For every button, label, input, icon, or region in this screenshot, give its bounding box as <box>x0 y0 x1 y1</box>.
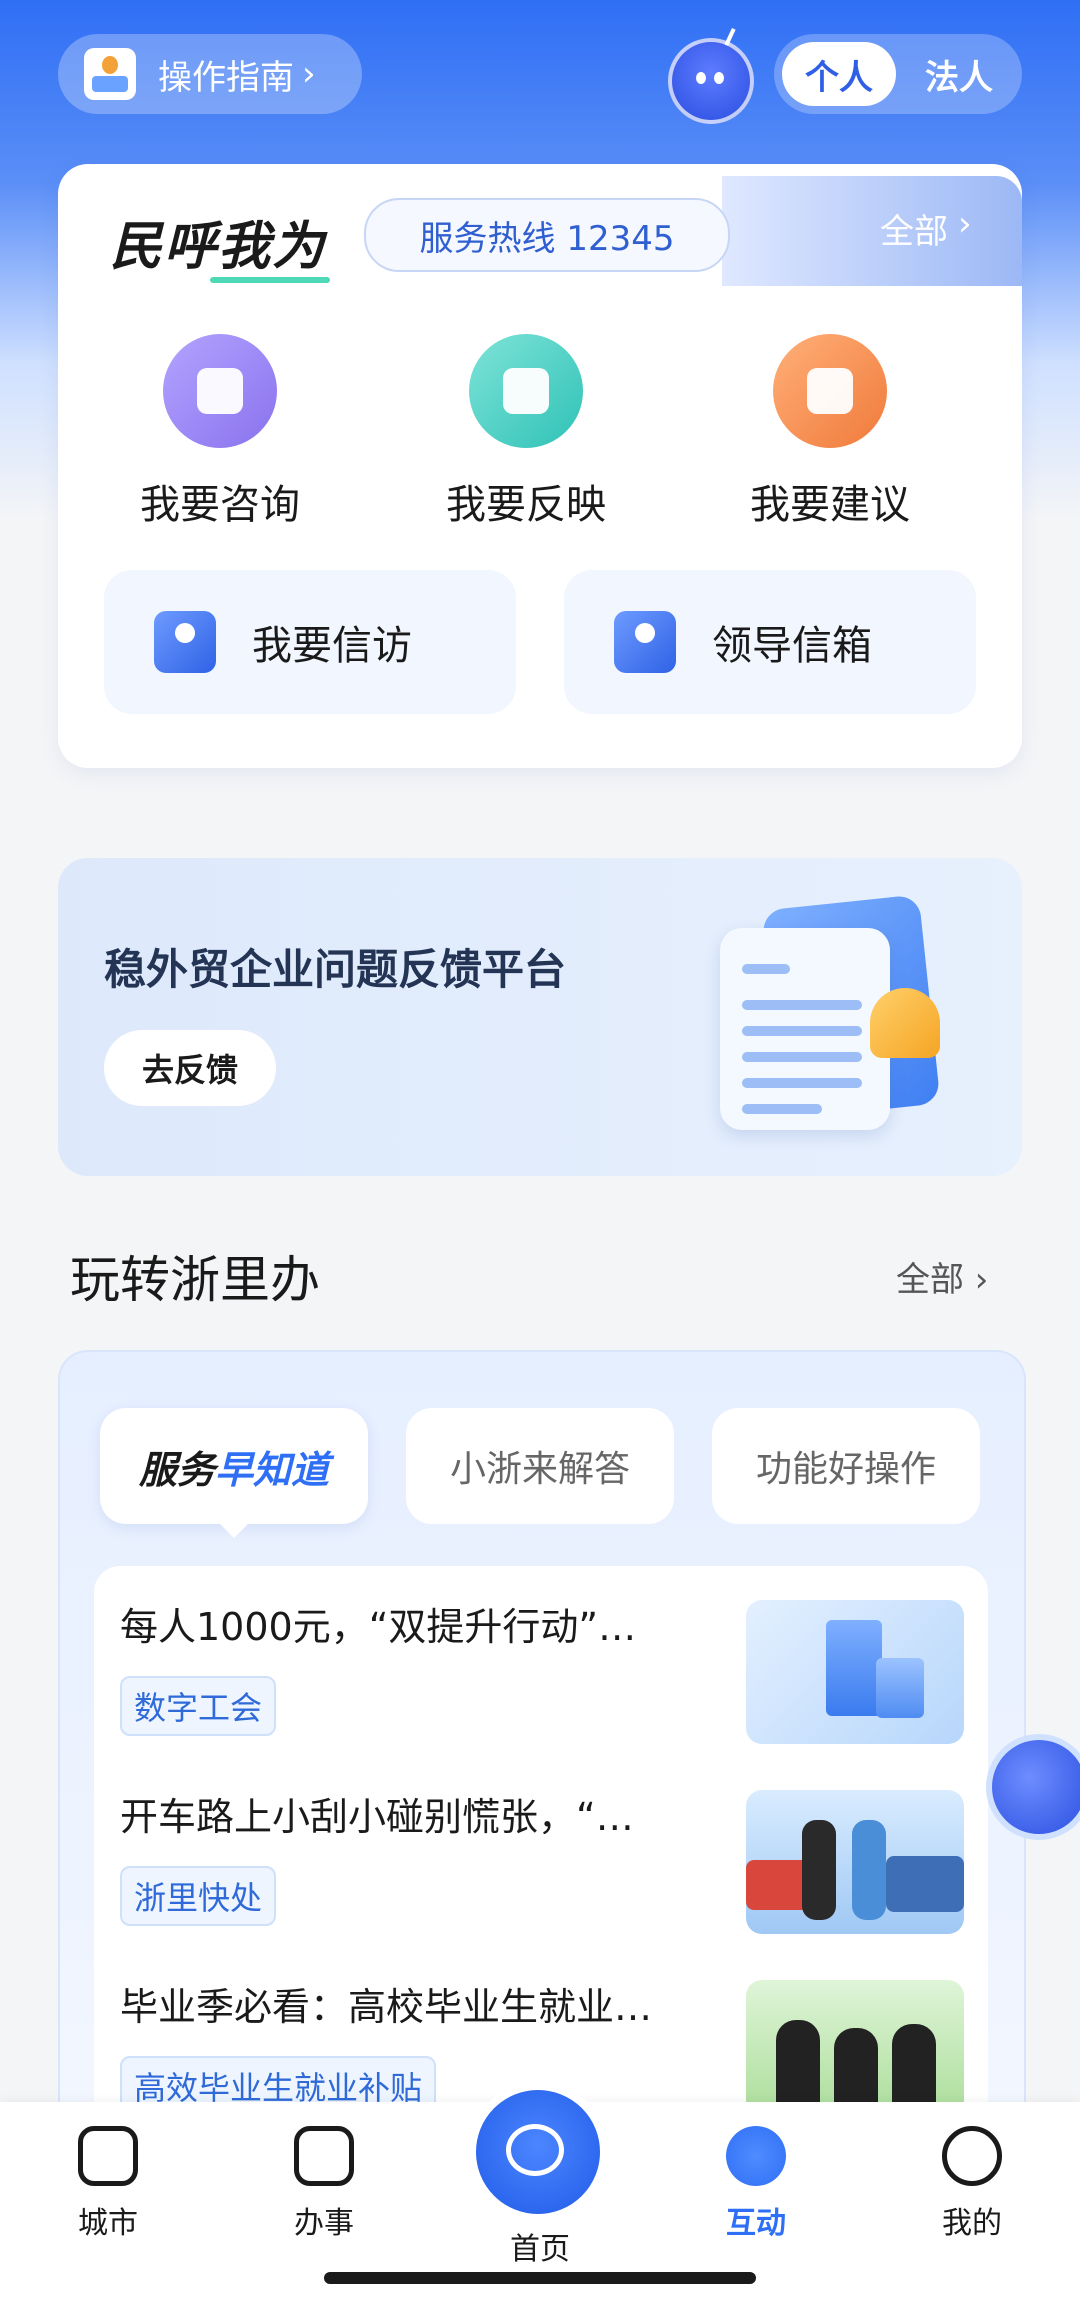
tab-services[interactable]: 办事 <box>254 2120 394 2242</box>
profile-face-icon <box>942 2126 1002 2186</box>
note-icon <box>469 334 583 448</box>
operation-guide-button[interactable]: 操作指南 › <box>58 34 362 114</box>
tab-city[interactable]: 城市 <box>38 2120 178 2242</box>
assistant-robot-icon[interactable] <box>668 27 754 124</box>
bell-icon <box>870 988 940 1058</box>
tab-xiaozhe-answer[interactable]: 小浙来解答 <box>406 1408 674 1524</box>
car-accident-thumbnail <box>746 1790 964 1934</box>
mailbox-label: 领导信箱 <box>712 623 872 669</box>
clipboard-icon <box>773 334 887 448</box>
view-all-link[interactable]: 全部 › <box>880 204 972 253</box>
tab-home-label: 首页 <box>510 2232 570 2267</box>
feedback-banner[interactable]: 稳外贸企业问题反馈平台 去反馈 <box>58 858 1022 1176</box>
card-header-tab <box>722 176 1022 286</box>
city-icon <box>78 2126 138 2186</box>
card-title: 民呼我为 <box>110 204 331 283</box>
suggest-service[interactable]: 我要建议 <box>730 334 930 530</box>
chevron-right-icon: › <box>302 54 316 94</box>
consult-label: 我要咨询 <box>140 482 300 528</box>
interaction-icon <box>726 2126 786 2186</box>
buildings-thumbnail <box>746 1600 964 1744</box>
item-title: 开车路上小刮小碰别慌张，“… <box>120 1795 634 1839</box>
list-item[interactable]: 开车路上小刮小碰别慌张，“… 浙里快处 <box>94 1756 988 1946</box>
item-title: 毕业季必看：高校毕业生就业… <box>120 1985 653 2029</box>
tab-service-early[interactable]: 服务 早知道 <box>100 1408 368 1538</box>
identity-switch[interactable]: 个人 法人 <box>774 34 1022 114</box>
guide-book-icon <box>84 48 136 100</box>
chevron-right-icon: › <box>958 204 972 244</box>
consult-service[interactable]: 我要咨询 <box>120 334 320 530</box>
item-tag: 数字工会 <box>120 1676 277 1736</box>
tab-mine[interactable]: 我的 <box>902 2120 1042 2242</box>
mail-icon <box>614 611 676 673</box>
item-tag: 浙里快处 <box>120 1866 277 1926</box>
report-label: 我要反映 <box>446 482 606 528</box>
citizen-service-card: 民呼我为 服务热线 12345 全部 › 我要咨询 我要反映 我要建议 我要信访… <box>58 164 1022 768</box>
tab-function-guide[interactable]: 功能好操作 <box>712 1408 980 1524</box>
home-indicator <box>324 2272 756 2284</box>
document-icon <box>294 2126 354 2186</box>
banner-title: 稳外贸企业问题反馈平台 <box>104 945 567 994</box>
guide-label: 操作指南 <box>158 57 294 98</box>
tab-mine-label: 我的 <box>942 2206 1002 2241</box>
suggest-label: 我要建议 <box>750 482 910 528</box>
chat-bubble-icon <box>163 334 277 448</box>
tab-home[interactable]: 首页 <box>468 2082 610 2268</box>
personal-tab[interactable]: 个人 <box>782 42 896 106</box>
list-item[interactable]: 每人1000元，“双提升行动”… 数字工会 <box>94 1566 988 1756</box>
person-badge-icon <box>154 611 216 673</box>
section-title: 玩转浙里办 <box>70 1251 320 1309</box>
section-view-all[interactable]: 全部 › <box>896 1252 988 1301</box>
document-page-icon <box>720 928 890 1130</box>
report-service[interactable]: 我要反映 <box>426 334 626 530</box>
tab-city-label: 城市 <box>78 2206 138 2241</box>
tab-interaction-label: 互动 <box>726 2206 786 2241</box>
tab-services-label: 办事 <box>294 2206 354 2241</box>
petition-button[interactable]: 我要信访 <box>104 570 516 714</box>
tab-interaction[interactable]: 互动 <box>686 2120 826 2242</box>
tab-label-a: 服务 <box>138 1447 215 1492</box>
view-all-label: 全部 <box>880 212 948 252</box>
go-feedback-button[interactable]: 去反馈 <box>104 1030 276 1106</box>
corporate-tab[interactable]: 法人 <box>904 42 1014 106</box>
hotline-badge[interactable]: 服务热线 12345 <box>364 198 730 272</box>
tab-label-b: 早知道 <box>215 1447 330 1492</box>
petition-label: 我要信访 <box>252 623 412 669</box>
home-logo-icon <box>468 2082 608 2222</box>
leader-mailbox-button[interactable]: 领导信箱 <box>564 570 976 714</box>
item-title: 每人1000元，“双提升行动”… <box>120 1605 637 1649</box>
floating-assistant-icon[interactable] <box>978 1704 1080 1854</box>
